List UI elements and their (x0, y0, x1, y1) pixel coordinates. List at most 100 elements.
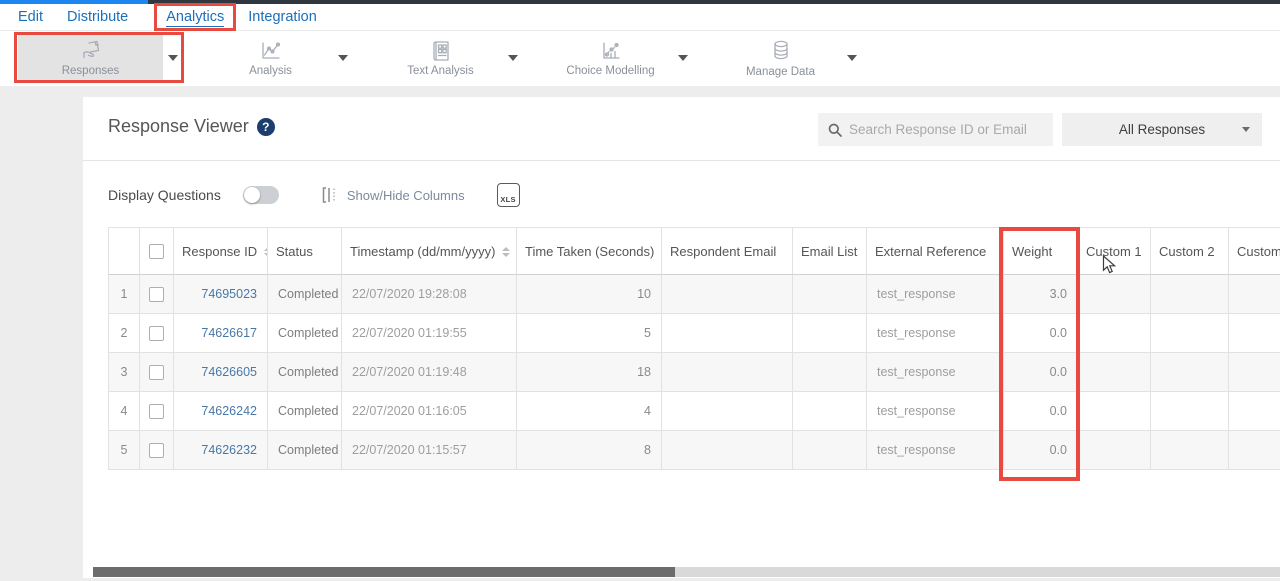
cell-timestamp: 22/07/2020 01:19:55 (342, 314, 517, 353)
response-viewer-page: { "nav": { "items": [ { "label": "Edit" … (0, 0, 1280, 581)
cell-respondent_email (662, 392, 793, 431)
export-xls-button[interactable]: XLS (497, 183, 520, 207)
cell-email_list (793, 431, 867, 470)
choice-modelling-icon (599, 40, 623, 62)
row-checkbox-cell (140, 314, 174, 353)
search-input[interactable] (849, 122, 1034, 137)
scrollbar-thumb[interactable] (93, 567, 675, 577)
toolbar-label: Choice Modelling (566, 65, 654, 77)
row-checkbox[interactable] (149, 326, 164, 341)
analytics-toolbar: Responses Analysis Text Analysis (0, 31, 1280, 86)
cell-response_id: 74626617 (174, 314, 268, 353)
row-number: 1 (109, 275, 140, 314)
responses-table: Response ID Status Timestamp (dd/mm/yyyy)T… (108, 227, 1280, 470)
cell-timestamp: 22/07/2020 01:16:05 (342, 392, 517, 431)
nav-item-edit[interactable]: Edit (18, 9, 43, 25)
table-row: 274626617Completed22/07/2020 01:19:555te… (109, 314, 1280, 353)
help-icon[interactable]: ? (257, 118, 275, 136)
cell-weight: 0.0 (1004, 353, 1078, 392)
cell-custom_3 (1229, 392, 1280, 431)
column-label: Status (276, 244, 313, 259)
analysis-dropdown-caret[interactable] (338, 55, 348, 61)
filter-caret-icon (1242, 127, 1250, 132)
cell-respondent_email (662, 431, 793, 470)
cell-response_id: 74626242 (174, 392, 268, 431)
sort-icon[interactable] (264, 247, 267, 257)
text-analysis-icon (430, 40, 452, 62)
toolbar-button-text-analysis[interactable]: Text Analysis (368, 35, 513, 81)
row-checkbox[interactable] (149, 404, 164, 419)
manage-data-dropdown-caret[interactable] (847, 55, 857, 61)
cell-time_taken: 10 (517, 275, 662, 314)
cell-email_list (793, 275, 867, 314)
table-body: 174695023Completed22/07/2020 19:28:0810t… (109, 275, 1280, 470)
cell-custom_1 (1078, 431, 1151, 470)
cell-timestamp: 22/07/2020 19:28:08 (342, 275, 517, 314)
toolbar-button-choice-modelling[interactable]: Choice Modelling (538, 35, 683, 81)
column-header-weight: Weight (1004, 228, 1078, 275)
nav-item-analytics[interactable]: Analytics (166, 9, 224, 27)
toolbar-button-manage-data[interactable]: Manage Data (708, 35, 853, 81)
column-label: Respondent Email (670, 244, 776, 259)
column-header-response-id[interactable]: Response ID (174, 228, 268, 275)
table-row: 574626232Completed22/07/2020 01:15:578te… (109, 431, 1280, 470)
column-label: External Reference (875, 244, 986, 259)
cell-time_taken: 5 (517, 314, 662, 353)
column-header-time-taken-seconds[interactable]: Time Taken (Seconds) (517, 228, 662, 275)
table-header-row: Response ID Status Timestamp (dd/mm/yyyy)T… (109, 228, 1280, 275)
cell-respondent_email (662, 353, 793, 392)
filter-selected-value: All Responses (1119, 122, 1205, 137)
header-select-all-cell (140, 228, 174, 275)
response-id-link[interactable]: 74695023 (201, 287, 257, 301)
column-header-timestamp-dd-mm-yyyy[interactable]: Timestamp (dd/mm/yyyy) (342, 228, 517, 275)
column-header-external-reference: External Reference (867, 228, 1004, 275)
responses-highlight-box (14, 32, 184, 83)
search-icon (828, 123, 842, 137)
choice-modelling-dropdown-caret[interactable] (678, 55, 688, 61)
cell-time_taken: 8 (517, 431, 662, 470)
column-header-custom-1: Custom 1 (1078, 228, 1151, 275)
xls-label: XLS (500, 195, 516, 206)
response-id-link[interactable]: 74626232 (201, 443, 257, 457)
responses-filter-dropdown[interactable]: All Responses (1062, 113, 1262, 146)
sort-icon[interactable] (502, 247, 510, 257)
cell-status: Completed (268, 392, 342, 431)
column-label: Response ID (182, 244, 257, 259)
display-questions-toggle[interactable] (243, 186, 279, 204)
toolbar-button-analysis[interactable]: Analysis (198, 35, 343, 81)
cell-weight: 3.0 (1004, 275, 1078, 314)
page-title: Response Viewer ? (108, 116, 275, 137)
text-analysis-dropdown-caret[interactable] (508, 55, 518, 61)
cell-custom_1 (1078, 275, 1151, 314)
row-number: 4 (109, 392, 140, 431)
row-checkbox[interactable] (149, 365, 164, 380)
select-all-checkbox[interactable] (149, 244, 164, 259)
row-checkbox[interactable] (149, 443, 164, 458)
response-id-link[interactable]: 74626617 (201, 326, 257, 340)
cell-email_list (793, 314, 867, 353)
nav-item-distribute[interactable]: Distribute (67, 9, 128, 25)
toolbar-label: Text Analysis (407, 65, 473, 77)
response-id-link[interactable]: 74626605 (201, 365, 257, 379)
row-checkbox-cell (140, 392, 174, 431)
table-row: 474626242Completed22/07/2020 01:16:054te… (109, 392, 1280, 431)
horizontal-scrollbar[interactable] (93, 567, 1280, 577)
show-hide-columns-button[interactable]: Show/Hide Columns (321, 186, 465, 204)
column-label: Custom 1 (1086, 244, 1142, 259)
cell-weight: 0.0 (1004, 392, 1078, 431)
toggle-knob (244, 187, 260, 203)
cell-custom_2 (1151, 353, 1229, 392)
nav-item-integration[interactable]: Integration (248, 9, 317, 25)
row-checkbox[interactable] (149, 287, 164, 302)
column-header-email-list: Email List (793, 228, 867, 275)
manage-data-icon (769, 39, 793, 63)
cell-weight: 0.0 (1004, 431, 1078, 470)
cell-status: Completed (268, 431, 342, 470)
cell-email_list (793, 392, 867, 431)
response-id-link[interactable]: 74626242 (201, 404, 257, 418)
cell-respondent_email (662, 314, 793, 353)
search-box (818, 113, 1053, 146)
table-controls: Display Questions Show/Hide Columns XLS (108, 183, 520, 207)
column-label: Weight (1012, 244, 1052, 259)
cell-response_id: 74626232 (174, 431, 268, 470)
